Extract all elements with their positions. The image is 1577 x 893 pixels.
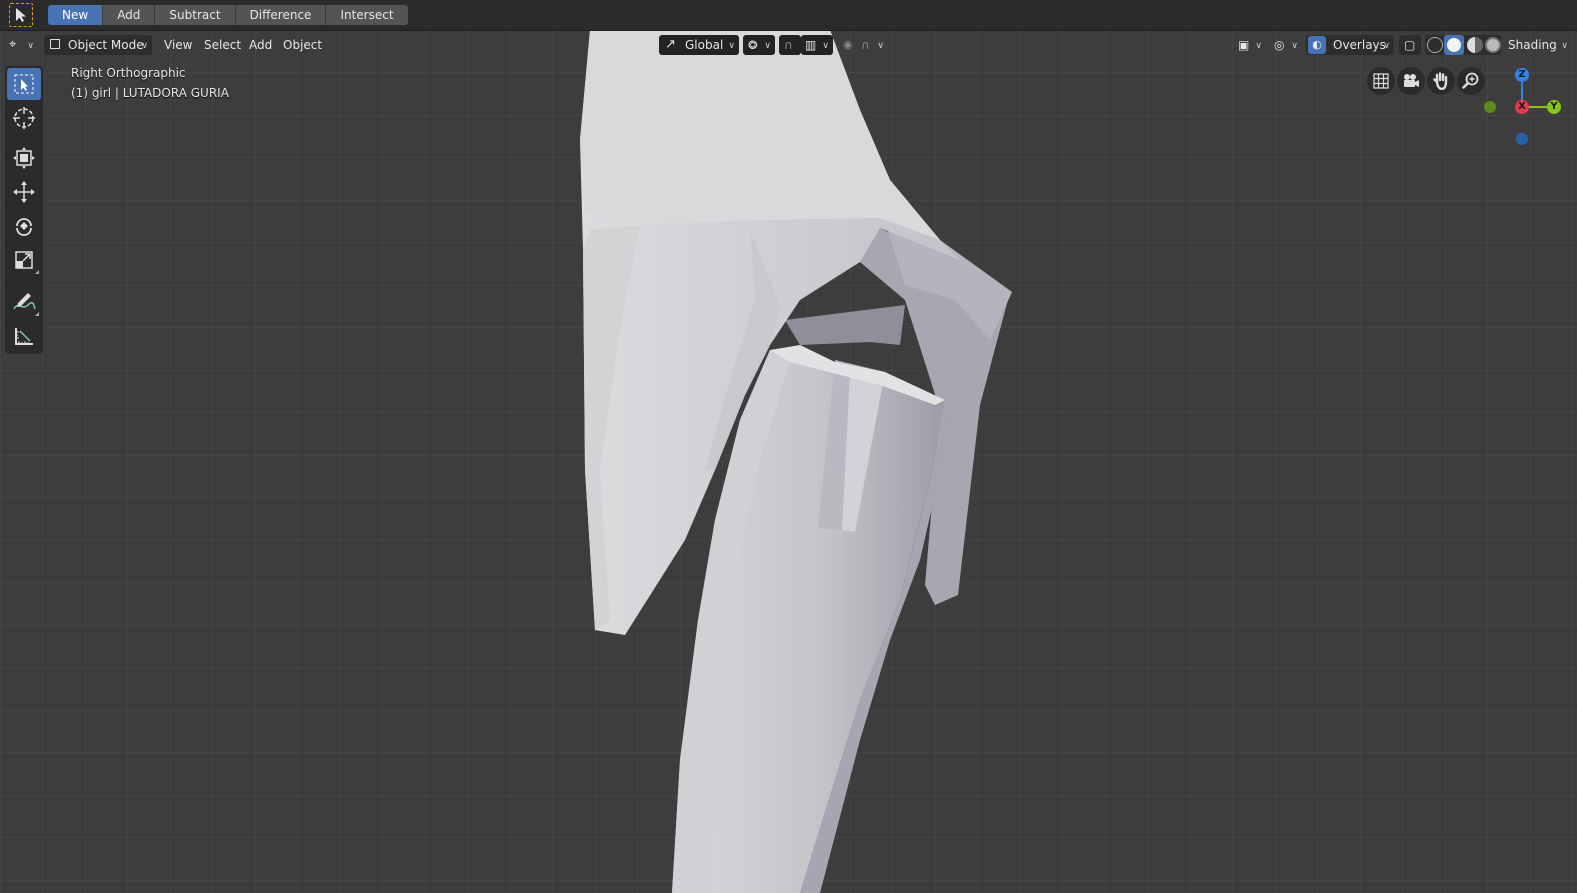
gizmo-x-axis[interactable]: X [1515, 100, 1529, 114]
tool-shelf [5, 66, 43, 354]
camera-view-button[interactable] [1397, 67, 1425, 95]
mode-new-button[interactable]: New [48, 5, 104, 25]
gizmo-negative-y-axis[interactable] [1484, 101, 1496, 113]
selection-mode-group: New Add Subtract Difference Intersect [48, 5, 408, 25]
shading-dropdown[interactable]: Shading ∨ [1502, 35, 1572, 55]
solid-shading-button[interactable] [1444, 35, 1464, 55]
measure-ruler-icon [15, 328, 33, 345]
chevron-down-icon: ∨ [1383, 41, 1390, 51]
camera-icon [1404, 74, 1419, 87]
mode-label: Object Mode [68, 38, 144, 52]
proportional-edit-toggle[interactable]: ◉ [838, 35, 858, 55]
tool-measure[interactable] [7, 320, 41, 352]
chevron-down-icon: ∨ [27, 41, 34, 51]
object-visibility-dropdown[interactable]: ▣ ∨ [1236, 35, 1266, 55]
tool-move[interactable] [7, 176, 41, 208]
tool-annotate[interactable] [7, 286, 41, 318]
viewport-header: ⌖ ∨ Object Mode ∨ View Select Add Object… [0, 31, 1577, 59]
view-name-label: Right Orthographic [71, 66, 186, 80]
tool-header: New Add Subtract Difference Intersect [0, 0, 1577, 31]
transform-orientation-dropdown[interactable]: ↗ Global ∨ [659, 35, 739, 55]
chevron-down-icon: ∨ [728, 41, 735, 51]
tool-variants-indicator [35, 312, 39, 316]
falloff-curve-icon: ∩ [861, 38, 870, 52]
transform-icon [13, 147, 35, 169]
chevron-down-icon: ∨ [1255, 41, 1262, 51]
mode-subtract-button[interactable]: Subtract [155, 5, 236, 25]
object-mode-icon [50, 39, 60, 49]
mode-difference-button[interactable]: Difference [235, 5, 327, 25]
select-box-tool-icon[interactable] [9, 3, 33, 27]
tool-cursor[interactable] [7, 102, 41, 134]
magnet-icon: ∩ [784, 38, 793, 52]
chevron-down-icon: ∨ [764, 41, 771, 51]
overlays-dropdown[interactable]: ◐ Overlays ∨ [1306, 35, 1394, 55]
orientation-icon: ↗ [665, 37, 676, 52]
tool-select-box[interactable] [7, 68, 41, 100]
mode-intersect-button[interactable]: Intersect [326, 5, 408, 25]
mode-dropdown[interactable]: Object Mode ∨ [44, 35, 152, 55]
active-object-label: (1) girl | LUTADORA GURIA [71, 86, 229, 100]
pan-view-button[interactable] [1427, 67, 1455, 95]
xray-toggle[interactable]: ▢ [1399, 35, 1421, 55]
editor-type-icon: ⌖ [9, 37, 17, 52]
gizmo-negative-z-axis[interactable] [1516, 133, 1528, 145]
xray-icon: ▢ [1404, 38, 1416, 52]
rendered-shading-button[interactable] [1485, 37, 1501, 53]
tool-scale[interactable] [7, 244, 41, 276]
viewport-canvas[interactable] [0, 0, 1577, 893]
chevron-down-icon: ∨ [1291, 41, 1298, 51]
snap-target-dropdown[interactable]: ▥ ∨ [801, 35, 833, 55]
hand-icon [1433, 72, 1448, 90]
orientation-label: Global [685, 38, 724, 52]
move-icon [13, 181, 35, 203]
select-box-icon [14, 74, 34, 94]
snap-toggle[interactable]: ∩ [779, 35, 801, 55]
menu-object[interactable]: Object [279, 35, 326, 55]
rotate-icon [16, 218, 32, 236]
cursor-icon [13, 107, 35, 129]
solid-sphere-icon [1447, 38, 1461, 52]
gizmo-y-axis[interactable]: Y [1547, 100, 1561, 114]
pivot-icon: ⭗ [748, 38, 758, 52]
object-type-visibility-icon: ▣ [1238, 38, 1250, 52]
snap-increment-icon: ▥ [805, 38, 817, 52]
chevron-down-icon: ∨ [822, 41, 829, 51]
falloff-dropdown[interactable]: ∩ ∨ [858, 35, 888, 55]
material-shading-button[interactable] [1467, 37, 1483, 53]
zoom-icon [1462, 72, 1479, 89]
chevron-down-icon: ∨ [141, 41, 148, 51]
navigation-gizmo[interactable]: Z X Y [1480, 66, 1570, 156]
annotate-pencil-icon [13, 293, 36, 310]
toggle-perspective-button[interactable] [1367, 67, 1395, 95]
chevron-down-icon: ∨ [1561, 41, 1568, 51]
pivot-point-dropdown[interactable]: ⭗ ∨ [743, 35, 775, 55]
mode-add-button[interactable]: Add [103, 5, 156, 25]
grid-icon [1373, 73, 1389, 89]
overlays-label: Overlays [1333, 38, 1386, 52]
tool-transform[interactable] [7, 142, 41, 174]
menu-select[interactable]: Select [200, 35, 245, 55]
menu-add[interactable]: Add [245, 35, 276, 55]
chevron-down-icon: ∨ [877, 41, 884, 51]
scale-icon [15, 251, 33, 269]
gizmo-toggle-dropdown[interactable]: ◎ ∨ [1272, 35, 1302, 55]
gizmo-z-axis[interactable]: Z [1515, 68, 1529, 82]
tool-rotate[interactable] [7, 210, 41, 242]
gizmo-icon: ◎ [1274, 38, 1285, 52]
shading-mode-group [1425, 35, 1501, 55]
wireframe-shading-button[interactable] [1427, 37, 1443, 53]
shading-label: Shading [1508, 38, 1557, 52]
proportional-edit-icon: ◉ [843, 38, 853, 51]
tool-variants-indicator [35, 270, 39, 274]
menu-view[interactable]: View [160, 35, 196, 55]
overlays-icon: ◐ [1308, 36, 1326, 54]
editor-type-button[interactable]: ⌖ ∨ [6, 35, 38, 55]
